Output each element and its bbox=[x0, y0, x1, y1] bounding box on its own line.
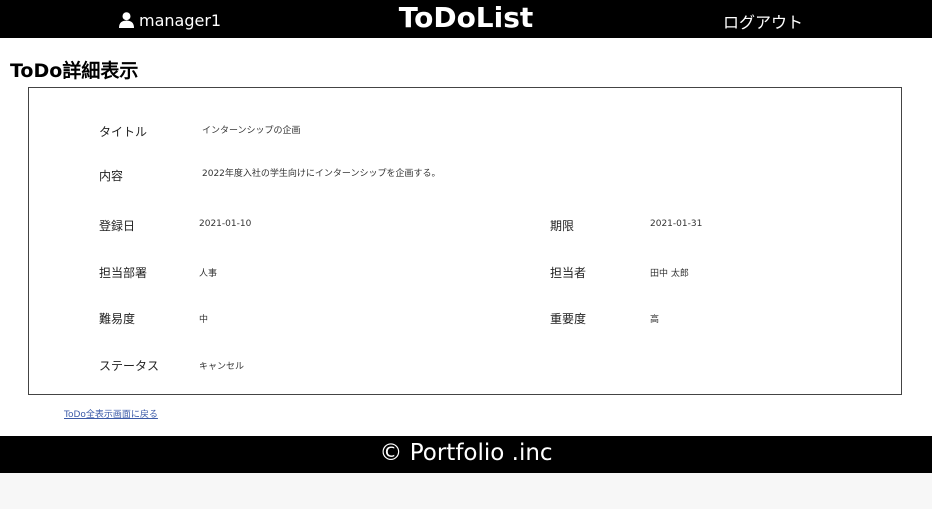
created-date-label: 登録日 bbox=[99, 219, 136, 233]
difficulty-label: 難易度 bbox=[99, 312, 136, 326]
page: manager1 ToDoList ログアウト ToDo詳細表示 タイトル イン… bbox=[0, 0, 932, 473]
title-value: インターンシップの企画 bbox=[202, 126, 301, 136]
username: manager1 bbox=[139, 10, 222, 30]
department-label: 担当部署 bbox=[99, 266, 148, 280]
todo-detail-panel: タイトル インターンシップの企画 内容 2022年度入社の学生向けにインターンシ… bbox=[28, 87, 902, 395]
department-value: 人事 bbox=[199, 269, 218, 279]
back-to-list-link[interactable]: ToDo全表示画面に戻る bbox=[64, 407, 158, 420]
user-menu[interactable]: manager1 bbox=[119, 9, 221, 31]
content-value: 2022年度入社の学生向けにインターンシップを企画する。 bbox=[202, 169, 441, 179]
status-value: キャンセル bbox=[199, 362, 245, 372]
title-label: タイトル bbox=[99, 125, 148, 139]
footer: © Portfolio .inc bbox=[0, 436, 932, 473]
logout-link[interactable]: ログアウト bbox=[723, 9, 803, 33]
status-label: ステータス bbox=[99, 359, 160, 373]
difficulty-value: 中 bbox=[199, 315, 209, 325]
deadline-label: 期限 bbox=[550, 219, 575, 233]
app-brand-text[interactable]: ToDoList bbox=[399, 1, 534, 34]
header-bar: manager1 ToDoList ログアウト bbox=[0, 0, 932, 38]
deadline-value: 2021-01-31 bbox=[650, 219, 703, 229]
assignee-value: 田中 太郎 bbox=[650, 269, 689, 279]
importance-label: 重要度 bbox=[550, 312, 587, 326]
page-title: ToDo詳細表示 bbox=[10, 60, 139, 82]
importance-value: 高 bbox=[650, 315, 660, 325]
content-label: 内容 bbox=[99, 169, 124, 183]
user-icon bbox=[119, 12, 134, 28]
created-date-value: 2021-01-10 bbox=[199, 219, 252, 229]
assignee-label: 担当者 bbox=[550, 266, 587, 280]
copyright-text: © Portfolio .inc bbox=[379, 440, 553, 466]
